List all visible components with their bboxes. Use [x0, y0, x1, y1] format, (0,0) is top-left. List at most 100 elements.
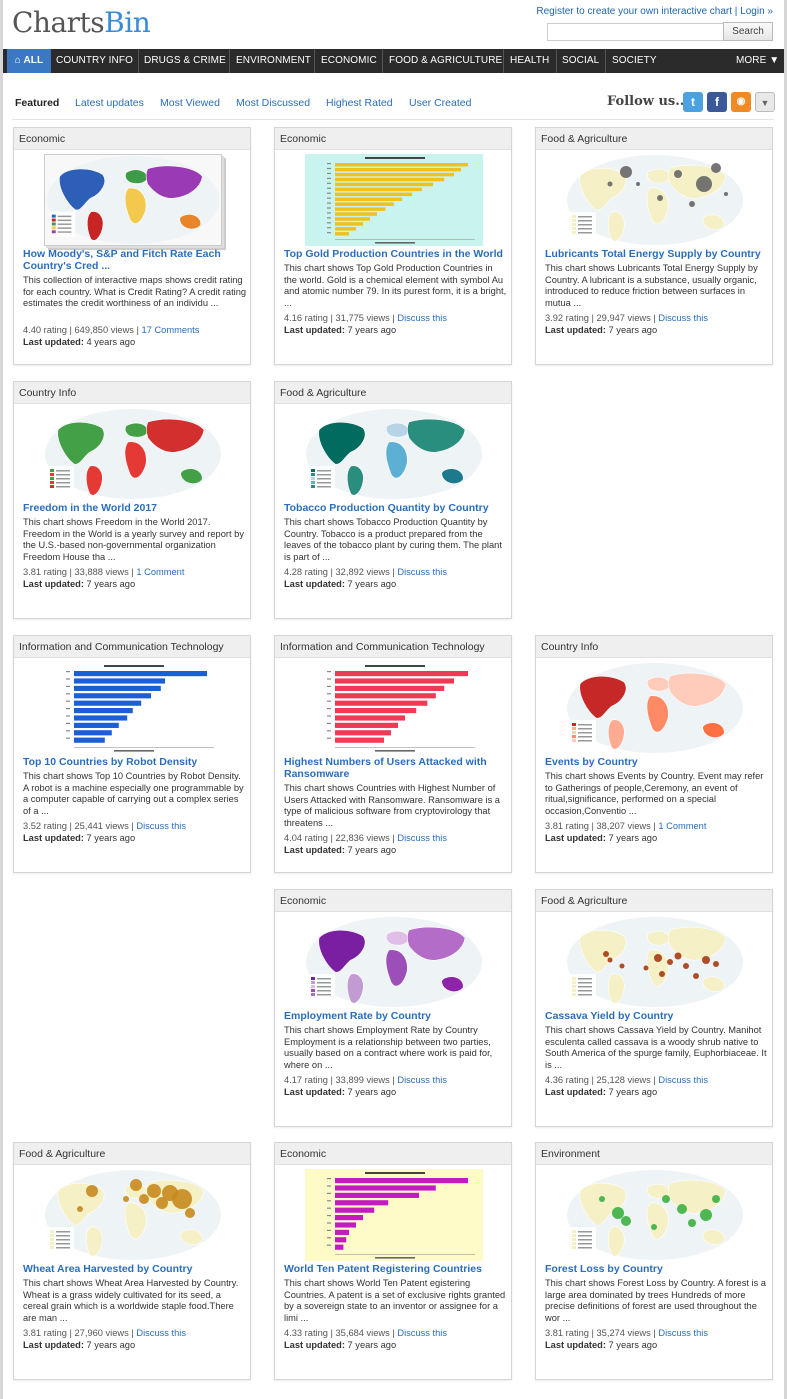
nav-society[interactable]: SOCIETY [612, 49, 657, 73]
last-updated-value: 7 years ago [347, 579, 397, 589]
card-category[interactable]: Food & Agriculture [14, 1143, 250, 1165]
card-discuss-link[interactable]: Discuss this [136, 821, 186, 831]
card-discuss-link[interactable]: Discuss this [658, 313, 708, 323]
chart-card[interactable]: Economic How Moody's, S&P and Fitch Rate … [13, 127, 251, 365]
thumbnail-image[interactable] [305, 916, 483, 1008]
card-title-link[interactable]: Wheat Area Harvested by Country [23, 1263, 245, 1275]
tab-featured[interactable]: Featured [15, 97, 59, 109]
card-description: This chart shows Lubricants Total Energy… [545, 263, 758, 308]
login-link[interactable]: Login » [740, 6, 773, 17]
last-updated-value: 7 years ago [347, 325, 397, 335]
chart-card[interactable]: Food & Agriculture Wheat Area Harvested b… [13, 1142, 251, 1380]
card-stats: 4.28 rating | 32,892 views | Discuss thi… [284, 567, 447, 577]
nav-drugs-crime[interactable]: DRUGS & CRIME [144, 49, 226, 73]
card-category[interactable]: Food & Agriculture [275, 382, 511, 404]
thumbnail-image[interactable] [305, 154, 483, 246]
nav-economic[interactable]: ECONOMIC [321, 49, 377, 73]
logo-text-bin: Bin [104, 6, 151, 39]
card-category[interactable]: Information and Communication Technology [275, 636, 511, 658]
chart-card[interactable]: Food & Agriculture Lubricants Total Energ… [535, 127, 773, 365]
last-updated-value: 7 years ago [608, 1087, 658, 1097]
nav-country-info[interactable]: COUNTRY INFO [56, 49, 133, 73]
card-title-link[interactable]: Top Gold Production Countries in the Wor… [284, 248, 506, 260]
site-logo[interactable]: ChartsBin [12, 6, 151, 39]
tab-most-viewed[interactable]: Most Viewed [160, 97, 220, 109]
card-category[interactable]: Food & Agriculture [536, 890, 772, 912]
card-category[interactable]: Information and Communication Technology [14, 636, 250, 658]
thumbnail-image[interactable] [305, 662, 483, 754]
card-title-link[interactable]: Highest Numbers of Users Attacked with R… [284, 756, 506, 780]
card-title-link[interactable]: Tobacco Production Quantity by Country [284, 502, 506, 514]
nav-all[interactable]: ⌂ ALL [7, 49, 51, 73]
card-discuss-link[interactable]: Discuss this [397, 313, 447, 323]
card-discuss-link[interactable]: Discuss this [397, 567, 447, 577]
rss-icon[interactable]: ◉ [731, 92, 751, 112]
card-discuss-link[interactable]: 17 Comments [142, 325, 200, 335]
thumbnail-image[interactable] [566, 154, 744, 246]
card-discuss-link[interactable]: Discuss this [397, 833, 447, 843]
card-category[interactable]: Economic [275, 1143, 511, 1165]
chart-card[interactable]: Information and Communication Technology… [13, 635, 251, 873]
thumbnail-image[interactable] [44, 408, 222, 500]
tab-user-created[interactable]: User Created [409, 97, 471, 109]
card-title-link[interactable]: Employment Rate by Country [284, 1010, 506, 1022]
card-stats: 4.17 rating | 33,899 views | Discuss thi… [284, 1075, 447, 1085]
chart-card[interactable]: Country Info Events by Country This chart … [535, 635, 773, 873]
card-category[interactable]: Food & Agriculture [536, 128, 772, 150]
thumbnail-image[interactable] [566, 1169, 744, 1261]
card-discuss-link[interactable]: Discuss this [658, 1075, 708, 1085]
nav-food-agriculture[interactable]: FOOD & AGRICULTURE [389, 49, 502, 73]
thumbnail-image[interactable] [44, 1169, 222, 1261]
card-category[interactable]: Country Info [536, 636, 772, 658]
chart-card[interactable]: Economic Employment Rate by Country This c… [274, 889, 512, 1127]
card-discuss-link[interactable]: 1 Comment [658, 821, 706, 831]
card-category[interactable]: Country Info [14, 382, 250, 404]
tab-highest-rated[interactable]: Highest Rated [326, 97, 393, 109]
nav-more[interactable]: MORE ▼ [736, 49, 779, 73]
card-category[interactable]: Economic [275, 128, 511, 150]
card-discuss-link[interactable]: Discuss this [658, 1328, 708, 1338]
facebook-icon[interactable]: f [707, 92, 727, 112]
card-description: This chart shows Forest Loss by Country.… [545, 1278, 766, 1323]
card-category[interactable]: Economic [275, 890, 511, 912]
nav-health[interactable]: HEALTH [510, 49, 549, 73]
card-title-link[interactable]: How Moody's, S&P and Fitch Rate Each Cou… [23, 248, 245, 272]
card-title-link[interactable]: Lubricants Total Energy Supply by Countr… [545, 248, 767, 260]
chart-card[interactable]: Economic Top Gold Production Countries in… [274, 127, 512, 365]
card-discuss-link[interactable]: Discuss this [397, 1075, 447, 1085]
search-button[interactable]: Search [723, 22, 773, 41]
nav-social[interactable]: SOCIAL [562, 49, 599, 73]
chart-card[interactable]: Food & Agriculture Cassava Yield by Count… [535, 889, 773, 1127]
thumbnail-image[interactable] [44, 662, 222, 754]
card-title-link[interactable]: Top 10 Countries by Robot Density [23, 756, 245, 768]
thumbnail-image[interactable] [566, 662, 744, 754]
more-share-icon[interactable]: ▼ [755, 92, 775, 112]
thumbnail-image[interactable] [305, 408, 483, 500]
card-description: This chart shows Wheat Area Harvested by… [23, 1278, 239, 1323]
card-title-link[interactable]: Cassava Yield by Country [545, 1010, 767, 1022]
thumbnail-image[interactable] [305, 1169, 483, 1261]
chart-card[interactable]: Information and Communication Technology… [274, 635, 512, 873]
chart-card[interactable]: Economic World Ten Patent Registering Cou… [274, 1142, 512, 1380]
card-title-link[interactable]: Forest Loss by Country [545, 1263, 767, 1275]
tab-most-discussed[interactable]: Most Discussed [236, 97, 310, 109]
card-title-link[interactable]: Events by Country [545, 756, 767, 768]
card-discuss-link[interactable]: Discuss this [136, 1328, 186, 1338]
register-link[interactable]: Register to create your own interactive … [536, 6, 732, 17]
card-discuss-link[interactable]: 1 Comment [136, 567, 184, 577]
thumbnail-image[interactable] [566, 916, 744, 1008]
nav-environment[interactable]: ENVIRONMENT [236, 49, 311, 73]
search-input[interactable] [547, 23, 725, 41]
chart-card[interactable]: Country Info Freedom in the World 2017 Thi… [13, 381, 251, 619]
card-title-link[interactable]: Freedom in the World 2017 [23, 502, 245, 514]
card-category[interactable]: Environment [536, 1143, 772, 1165]
twitter-icon[interactable]: t [683, 92, 703, 112]
chart-card[interactable]: Environment Forest Loss by Country This ch… [535, 1142, 773, 1380]
chart-card[interactable]: Food & Agriculture Tobacco Production Qua… [274, 381, 512, 619]
last-updated-label: Last updated: [545, 1087, 606, 1097]
tab-latest-updates[interactable]: Latest updates [75, 97, 144, 109]
card-discuss-link[interactable]: Discuss this [397, 1328, 447, 1338]
card-title-link[interactable]: World Ten Patent Registering Countries [284, 1263, 506, 1275]
last-updated-value: 7 years ago [608, 1340, 658, 1350]
card-category[interactable]: Economic [14, 128, 250, 150]
